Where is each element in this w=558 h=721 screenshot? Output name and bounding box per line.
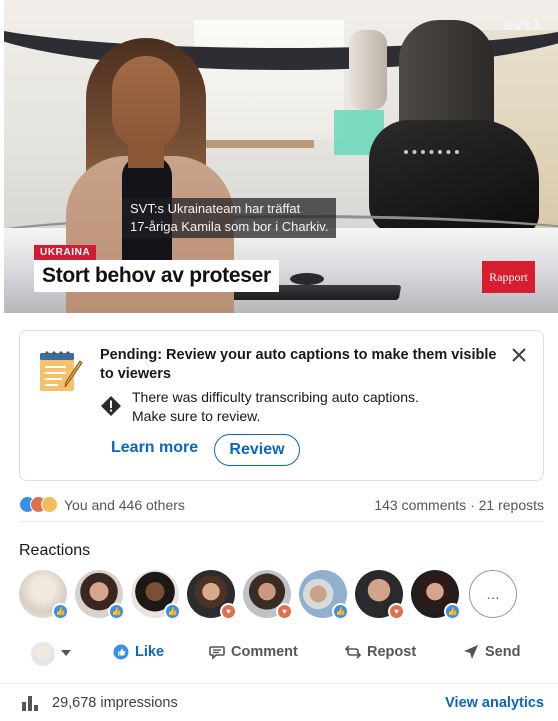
reactions-count[interactable]: You and 446 others: [64, 497, 185, 513]
subtitle-line-2: 17-åriga Kamila som bor i Charkiv.: [130, 219, 329, 234]
like-icon: [113, 644, 129, 660]
repost-icon: [345, 645, 361, 659]
comments-reposts: 143 comments · 21 reposts: [374, 497, 544, 513]
warning-icon: [101, 396, 121, 416]
pending-message: There was difficulty transcribing auto c…: [132, 388, 492, 426]
pending-message-line-1: There was difficulty transcribing auto c…: [132, 389, 419, 405]
chevron-down-icon[interactable]: [61, 650, 71, 656]
count-separator: ·: [470, 497, 475, 513]
channel-logo: svt1: [503, 16, 542, 34]
send-button[interactable]: Send: [463, 644, 520, 660]
like-badge-icon: 👍: [444, 603, 461, 620]
video-subtitle: SVT:s Ukrainateam har träffat 17-åriga K…: [122, 198, 337, 238]
like-badge-icon: 👍: [108, 603, 125, 620]
more-reactions-button[interactable]: …: [469, 570, 517, 618]
like-badge-icon: 👍: [164, 603, 181, 620]
repost-button[interactable]: Repost: [345, 644, 416, 660]
show-badge: Rapport: [482, 261, 535, 293]
send-icon: [464, 645, 478, 659]
impressions-row: 29,678 impressions View analytics: [19, 692, 544, 714]
anchor-face: [112, 56, 180, 148]
notepad-icon: [40, 351, 83, 391]
pending-captions-card: Pending: Review your auto captions to ma…: [19, 330, 544, 481]
subtitle-line-1: SVT:s Ukrainateam har träffat: [130, 201, 301, 216]
reactor-avatar[interactable]: ♥: [243, 570, 293, 620]
reposts-count[interactable]: 21 reposts: [479, 497, 544, 513]
reactions-heading: Reactions: [19, 542, 91, 559]
comments-count[interactable]: 143 comments: [374, 497, 466, 513]
reactor-avatar[interactable]: 👍: [299, 570, 349, 620]
impressions-count: 29,678 impressions: [52, 695, 178, 711]
close-icon[interactable]: [508, 344, 530, 366]
pending-title: Pending: Review your auto captions to ma…: [100, 347, 497, 382]
repost-label: Repost: [367, 644, 417, 660]
actor-avatar[interactable]: [31, 642, 55, 666]
insightful-reaction-icon: [41, 496, 58, 513]
like-button[interactable]: Like: [113, 644, 164, 660]
pending-message-line-2: Make sure to review.: [132, 408, 261, 424]
reactor-avatar[interactable]: 👍: [411, 570, 461, 620]
love-badge-icon: ♥: [388, 603, 405, 620]
learn-more-link[interactable]: Learn more: [111, 439, 198, 457]
love-badge-icon: ♥: [220, 603, 237, 620]
comment-icon: [209, 646, 225, 660]
comment-button[interactable]: Comment: [209, 644, 298, 660]
video-player[interactable]: svt1 SVT:s Ukrainateam har träffat 17-år…: [4, 0, 558, 313]
send-label: Send: [485, 644, 521, 660]
review-button[interactable]: Review: [214, 434, 300, 466]
reactor-avatar[interactable]: ♥: [355, 570, 405, 620]
post-actions-bar: Like Comment Repost Send: [19, 638, 544, 672]
reactor-avatar[interactable]: 👍: [19, 570, 69, 620]
prosthesis-pylon: [349, 30, 387, 110]
computer-mouse: [290, 273, 324, 285]
reactions-avatars: 👍 👍 👍 ♥ ♥ 👍 ♥ 👍 …: [19, 570, 544, 620]
reactor-avatar[interactable]: 👍: [75, 570, 125, 620]
like-badge-icon: 👍: [52, 603, 69, 620]
social-counts: You and 446 others 143 comments · 21 rep…: [19, 494, 544, 516]
chyron-tag: UKRAINA: [34, 245, 97, 260]
shoe-laces: [404, 150, 459, 170]
comment-label: Comment: [231, 644, 298, 660]
love-badge-icon: ♥: [276, 603, 293, 620]
reaction-icons[interactable]: [19, 496, 63, 514]
divider: [19, 521, 544, 522]
bar-chart-icon: [22, 696, 38, 711]
divider: [0, 683, 558, 684]
view-analytics-link[interactable]: View analytics: [445, 695, 544, 711]
like-badge-icon: 👍: [332, 603, 349, 620]
reactor-avatar[interactable]: ♥: [187, 570, 237, 620]
reactor-avatar[interactable]: 👍: [131, 570, 181, 620]
like-label: Like: [135, 644, 165, 660]
chyron-headline: Stort behov av proteser: [34, 260, 279, 292]
